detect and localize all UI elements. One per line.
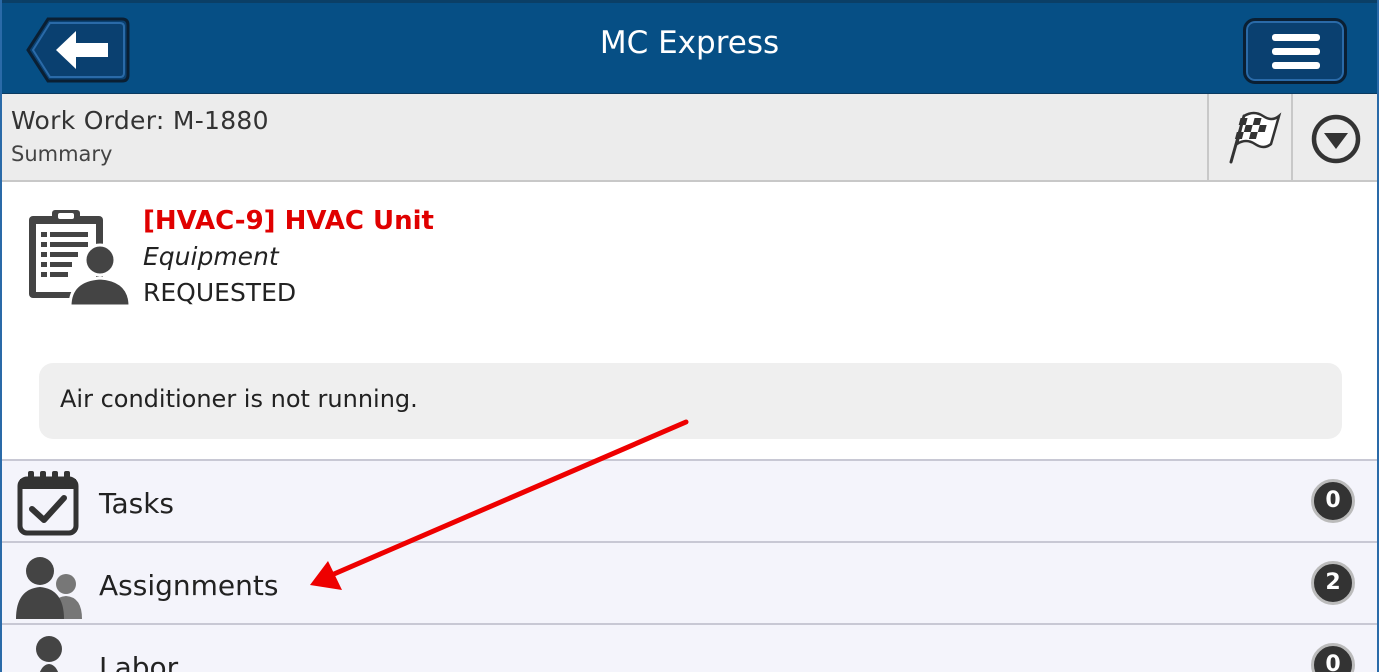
equipment-type: Equipment <box>143 242 279 271</box>
dropdown-button[interactable] <box>1291 94 1377 180</box>
equipment-name-link[interactable]: [HVAC-9] HVAC Unit <box>143 206 434 236</box>
clipboard-person-icon <box>26 208 132 312</box>
work-order-summary: [HVAC-9] HVAC Unit Equipment REQUESTED A… <box>2 184 1377 460</box>
list-item-assignments[interactable]: Assignments 2 <box>2 541 1377 623</box>
list-item-label: Assignments <box>99 569 279 602</box>
description-box: Air conditioner is not running. <box>39 363 1342 439</box>
person-icon <box>36 636 62 672</box>
list-item-label: Tasks <box>99 487 175 520</box>
people-icon <box>16 557 82 619</box>
list-item-labor[interactable]: Labor 0 <box>2 623 1377 672</box>
count-badge: 0 <box>1311 643 1355 672</box>
status-text: REQUESTED <box>143 278 297 307</box>
work-order-sections: Tasks 0 Assignments 2 Labor 0 <box>2 459 1377 672</box>
app-frame: MC Express Work Order: M-1880 Summary [H… <box>0 0 1379 672</box>
app-header: MC Express <box>2 0 1377 94</box>
work-order-title: Work Order: M-1880 <box>11 106 269 135</box>
flag-button[interactable] <box>1207 94 1291 180</box>
count-badge: 2 <box>1311 561 1355 605</box>
list-item-label: Labor <box>99 651 179 672</box>
chevron-down-circle-icon <box>1311 114 1361 164</box>
list-item-tasks[interactable]: Tasks 0 <box>2 459 1377 541</box>
count-badge: 0 <box>1311 479 1355 523</box>
checkered-flag-icon <box>1229 111 1282 164</box>
calendar-check-icon <box>17 471 79 536</box>
menu-button[interactable] <box>1243 18 1347 84</box>
app-title: MC Express <box>599 25 780 61</box>
description-text: Air conditioner is not running. <box>60 385 418 413</box>
work-order-header: Work Order: M-1880 Summary <box>2 94 1377 182</box>
work-order-subtitle: Summary <box>11 142 113 166</box>
